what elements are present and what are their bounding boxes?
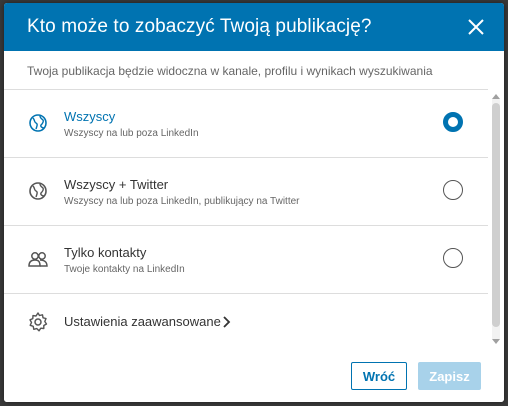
scroll-down-icon[interactable] <box>491 338 501 346</box>
chevron-right-icon <box>223 316 231 328</box>
radio-everyone-twitter[interactable] <box>443 180 463 200</box>
people-icon <box>28 252 48 267</box>
option-connections-only[interactable]: Tylko kontakty Twoje kontakty na LinkedI… <box>4 226 488 294</box>
back-button[interactable]: Wróć <box>351 362 407 390</box>
option-description: Wszyscy na lub poza LinkedIn <box>64 128 199 139</box>
save-button[interactable]: Zapisz <box>418 362 481 390</box>
option-everyone[interactable]: Wszyscy Wszyscy na lub poza LinkedIn <box>4 90 488 158</box>
dialog-title: Kto może to zobaczyć Twoją publikację? <box>27 16 372 37</box>
dialog-footer: Wróć Zapisz <box>4 349 504 402</box>
option-label: Wszyscy + Twitter <box>64 177 169 192</box>
radio-everyone[interactable] <box>443 112 463 132</box>
advanced-settings-link[interactable]: Ustawienia zaawansowane <box>4 294 488 350</box>
option-everyone-twitter[interactable]: Wszyscy + Twitter Wszyscy na lub poza Li… <box>4 158 488 226</box>
advanced-settings-label: Ustawienia zaawansowane <box>64 314 221 329</box>
close-icon <box>468 19 484 35</box>
options-list: Wszyscy Wszyscy na lub poza LinkedIn Wsz… <box>4 89 488 350</box>
close-button[interactable] <box>462 13 490 41</box>
option-label: Tylko kontakty <box>64 245 147 260</box>
scrollbar[interactable] <box>488 89 504 349</box>
option-label: Wszyscy <box>64 109 116 124</box>
dialog-header: Kto może to zobaczyć Twoją publikację? <box>4 3 504 51</box>
globe-icon <box>29 114 47 132</box>
visibility-dialog: Kto może to zobaczyć Twoją publikację? T… <box>4 3 504 402</box>
dialog-subtitle: Twoja publikacja będzie widoczna w kanal… <box>27 64 433 78</box>
option-description: Wszyscy na lub poza LinkedIn, publikując… <box>64 196 300 207</box>
scrollbar-thumb[interactable] <box>492 103 500 327</box>
radio-connections-only[interactable] <box>443 248 463 268</box>
option-description: Twoje kontakty na LinkedIn <box>64 264 185 275</box>
globe-icon <box>29 182 47 200</box>
gear-icon <box>29 312 48 332</box>
